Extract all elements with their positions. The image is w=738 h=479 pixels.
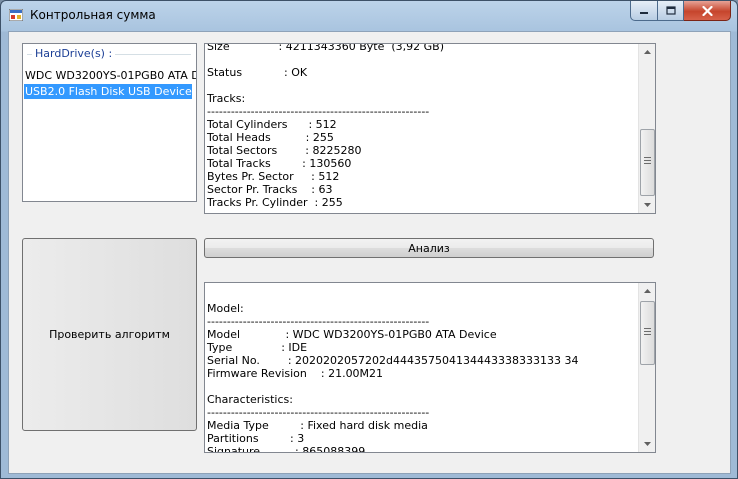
app-icon <box>9 9 23 21</box>
grip-line <box>644 328 651 329</box>
info-line: Firmware Revision : 21.00M21 <box>207 367 384 380</box>
info-line <box>207 380 638 393</box>
caption-buttons <box>630 1 731 21</box>
minimize-button[interactable] <box>630 1 658 21</box>
maximize-button[interactable] <box>658 1 684 21</box>
arrow-down-icon <box>643 442 651 446</box>
grip-line <box>644 160 651 161</box>
info-top-scrollbar[interactable] <box>638 44 655 213</box>
info-line: Media Type : Fixed hard disk media <box>207 419 428 432</box>
grip-line <box>644 334 651 335</box>
drive-list[interactable]: HardDrive(s) : WDC WD3200YS-01PGB0 ATA D… <box>22 43 197 202</box>
drive-info-top[interactable]: Size : 4211343360 Byte (3,92 GB) Status … <box>204 43 656 214</box>
scroll-up-button[interactable] <box>639 44 655 60</box>
info-line: Total Sectors : 8225280 <box>207 144 362 157</box>
scroll-up-button[interactable] <box>639 283 655 299</box>
info-line: Total Heads : 255 <box>207 131 334 144</box>
info-line: Size : 4211343360 Byte (3,92 GB) <box>207 43 444 53</box>
info-line: Tracks: <box>207 92 246 105</box>
drive-info-bottom-text: Model: ----------------------------------… <box>207 289 638 453</box>
info-line: Partitions : 3 <box>207 432 305 445</box>
arrow-up-icon <box>643 289 651 293</box>
window-title: Контрольная сумма <box>30 8 156 22</box>
info-line: Status : OK <box>207 66 308 79</box>
info-line: ----------------------------------------… <box>207 406 430 419</box>
main-window: Контрольная сумма HardDrive(s) : WDC WD3… <box>0 0 738 479</box>
close-icon <box>701 5 713 16</box>
info-line <box>207 79 638 92</box>
info-line: Total Cylinders : 512 <box>207 118 337 131</box>
info-line: Tracks Pr. Cylinder : 255 <box>207 196 343 209</box>
info-line: Characteristics: <box>207 393 293 406</box>
info-line: ----------------------------------------… <box>207 105 430 118</box>
scroll-down-button[interactable] <box>639 197 655 213</box>
info-line: Signature : 865088399 <box>207 445 366 453</box>
info-line: Model: <box>207 302 244 315</box>
client-area: HardDrive(s) : WDC WD3200YS-01PGB0 ATA D… <box>8 31 731 474</box>
info-line: Total Tracks : 130560 <box>207 157 352 170</box>
info-line: ----------------------------------------… <box>207 315 430 328</box>
info-line: Model : WDC WD3200YS-01PGB0 ATA Device <box>207 328 497 341</box>
title-bar[interactable]: Контрольная сумма <box>1 1 737 31</box>
minimize-icon <box>640 11 648 14</box>
scroll-thumb[interactable] <box>640 129 655 196</box>
drive-item-0[interactable]: WDC WD3200YS-01PGB0 ATA Device <box>24 68 196 83</box>
info-line: Type : IDE <box>207 341 308 354</box>
scroll-thumb[interactable] <box>640 301 655 365</box>
info-line: Sector Pr. Tracks : 63 <box>207 183 333 196</box>
maximize-icon <box>665 6 676 15</box>
info-line: Bytes Pr. Sector : 512 <box>207 170 340 183</box>
drive-info-bottom[interactable]: Model: ----------------------------------… <box>204 282 656 453</box>
drive-item-1[interactable]: USB2.0 Flash Disk USB Device <box>24 84 192 99</box>
check-algorithm-button[interactable]: Проверить алгоритм <box>22 238 197 431</box>
grip-line <box>644 331 651 332</box>
info-line <box>207 53 638 66</box>
grip-line <box>644 163 651 164</box>
info-line: Serial No. : 2020202057202d4443575041344… <box>207 354 579 367</box>
close-button[interactable] <box>684 1 731 21</box>
arrow-up-icon <box>643 50 651 54</box>
info-line <box>207 289 638 302</box>
scroll-down-button[interactable] <box>639 436 655 452</box>
info-bottom-scrollbar[interactable] <box>638 283 655 452</box>
drive-group-label: HardDrive(s) : <box>32 47 116 60</box>
arrow-down-icon <box>643 203 651 207</box>
drive-info-top-text: Size : 4211343360 Byte (3,92 GB) Status … <box>207 43 638 209</box>
grip-line <box>644 157 651 158</box>
analyze-button[interactable]: Анализ <box>204 238 654 258</box>
